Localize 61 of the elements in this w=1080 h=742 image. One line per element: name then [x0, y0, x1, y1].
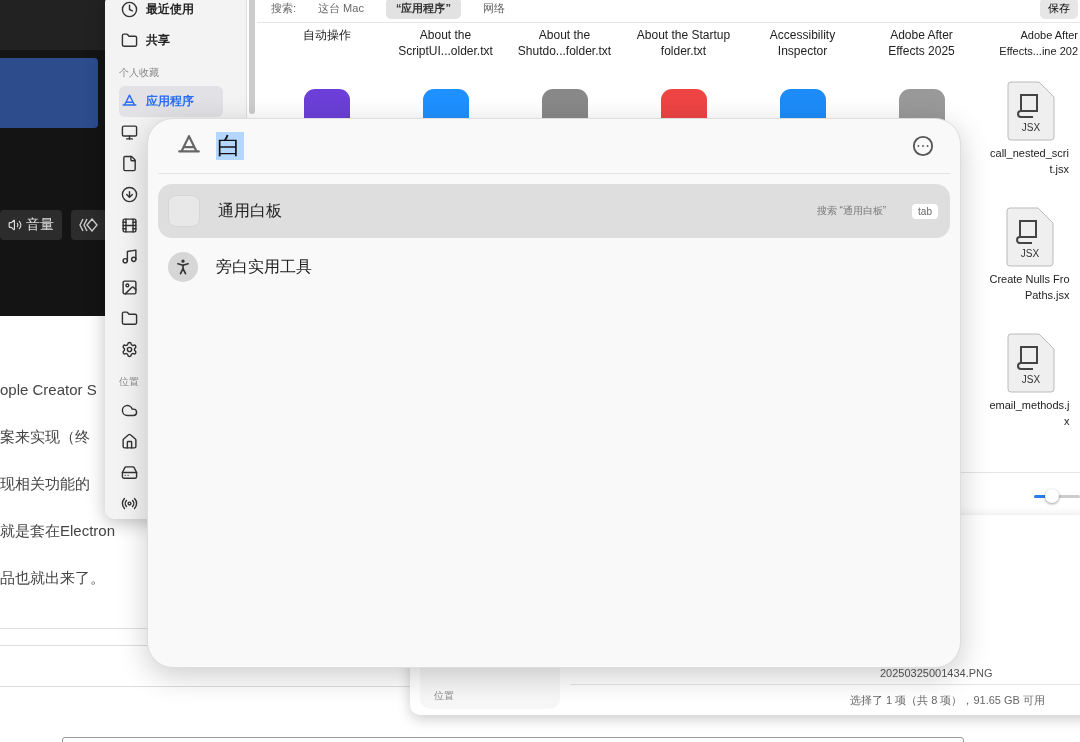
file-name: About the ScriptUI...older.txt [398, 27, 493, 60]
film-icon [121, 217, 138, 234]
article-text: 就是套在Electron [0, 521, 116, 541]
search-field[interactable]: 白 [216, 132, 244, 160]
sidebar-header: 位置 [119, 375, 140, 389]
script-file-icon[interactable]: JSX [1006, 333, 1055, 393]
status-text: 选择了 1 项（共 8 项），91.65 GB 可用 [850, 692, 1045, 708]
diamond-icon [79, 218, 99, 232]
result-row[interactable]: 通用白板 搜索 “通用白板” tab [158, 184, 950, 238]
effects-button[interactable] [71, 210, 107, 240]
scope-button[interactable]: 这台 Mac [308, 0, 374, 19]
icon-size-slider[interactable] [1034, 489, 1080, 503]
folder-icon [121, 32, 138, 49]
settings-icon [121, 341, 138, 358]
article-text: 案来实现（终 [0, 427, 90, 447]
more-icon[interactable] [912, 135, 934, 157]
music-icon [121, 248, 138, 265]
file-name: Accessibility Inspector [769, 27, 836, 60]
search-label: 搜索: [271, 0, 297, 16]
file-name: call_nested_scri t.jsx [990, 146, 1070, 177]
result-row[interactable]: 旁白实用工具 [158, 240, 950, 294]
file-name: Adobe After Effects 2025 [888, 27, 955, 60]
cloud-icon [121, 402, 138, 419]
file-name: 自动操作 [302, 27, 351, 44]
sidebar-header: 个人收藏 [119, 66, 160, 80]
image-icon [121, 279, 138, 296]
result-label: 旁白实用工具 [216, 256, 312, 277]
article-text: ople Creator S [0, 380, 97, 400]
search-hint: 搜索 “通用白板” [816, 204, 887, 218]
file-name: email_methods.j x [989, 398, 1071, 429]
folder-icon [121, 310, 138, 327]
script-file-icon[interactable]: JSX [1006, 207, 1055, 267]
volume-button[interactable]: 音量 [0, 210, 62, 240]
speaker-icon [8, 218, 22, 232]
script-file-icon[interactable]: JSX [1006, 81, 1055, 141]
sidebar-item[interactable]: 最近使用 [119, 0, 223, 25]
file-name: About the Shutdo...folder.txt [517, 27, 612, 60]
airdrop-icon [121, 495, 138, 512]
article-text: 现相关功能的 [0, 474, 90, 494]
tab-key: tab [912, 203, 938, 219]
sidebar-item[interactable]: 共享 [119, 25, 223, 56]
drive-icon [121, 464, 138, 481]
file-name: Adobe After Effects...ine 202 [999, 28, 1079, 59]
file-name: About the Startup folder.txt [636, 27, 731, 60]
file-name: Create Nulls Fro Paths.jsx [989, 272, 1071, 303]
scrollbar[interactable] [248, 0, 255, 114]
download-icon [121, 186, 138, 203]
slider-thumb[interactable] [1045, 489, 1060, 503]
accessibility-icon [168, 252, 198, 282]
home-icon [121, 433, 138, 450]
scope-button[interactable]: “应用程序” [385, 0, 461, 19]
file-icon [121, 155, 138, 172]
path-item[interactable]: 20250325001434.PNG [880, 667, 993, 679]
monitor-icon [121, 124, 138, 141]
result-label: 通用白板 [218, 200, 282, 221]
sidebar-item[interactable]: 应用程序 [119, 86, 223, 117]
sidebar-header: 位置 [434, 689, 454, 703]
save-button[interactable]: 保存 [1040, 0, 1078, 19]
article-text: 品也就出来了。 [0, 568, 105, 588]
clock-icon [121, 1, 138, 18]
scope-button[interactable]: 网络 [472, 0, 515, 19]
